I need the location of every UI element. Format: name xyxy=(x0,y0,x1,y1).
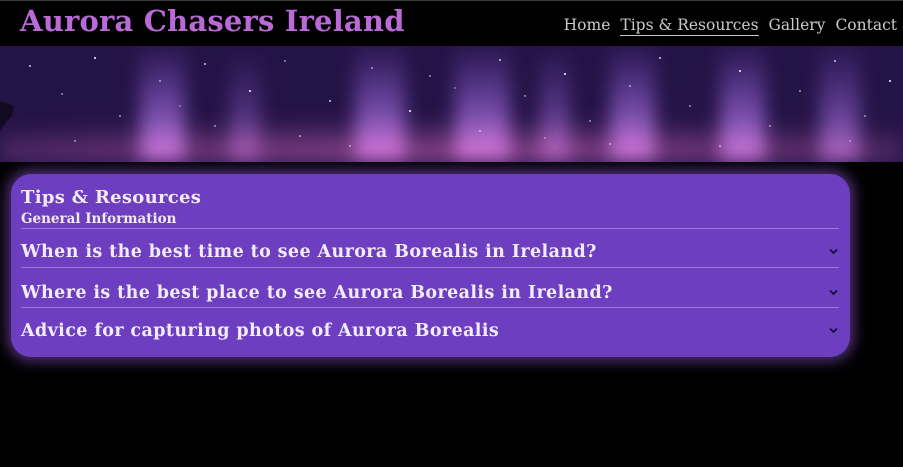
site-title[interactable]: Aurora Chasers Ireland xyxy=(20,4,405,38)
nav-link-home[interactable]: Home xyxy=(564,16,611,36)
accordion-question: When is the best time to see Aurora Bore… xyxy=(21,242,597,262)
chevron-down-icon[interactable] xyxy=(829,289,838,296)
nav-link-gallery[interactable]: Gallery xyxy=(769,16,826,36)
chevron-down-icon[interactable] xyxy=(829,327,838,334)
tips-resources-panel: Tips & Resources General Information Whe… xyxy=(11,174,850,357)
divider xyxy=(21,228,839,229)
accordion-question: Where is the best place to see Aurora Bo… xyxy=(21,283,613,303)
main-nav: Home Tips & Resources Gallery Contact xyxy=(564,16,897,36)
chevron-down-icon[interactable] xyxy=(829,248,838,255)
divider xyxy=(21,267,839,268)
site-header: Aurora Chasers Ireland Home Tips & Resou… xyxy=(0,0,903,46)
accordion-question: Advice for capturing photos of Aurora Bo… xyxy=(21,321,500,341)
nav-link-contact[interactable]: Contact xyxy=(835,16,897,36)
accordion-item-photo-advice[interactable]: Advice for capturing photos of Aurora Bo… xyxy=(11,313,850,351)
aurora-banner-graphic xyxy=(0,46,903,162)
panel-subtitle: General Information xyxy=(21,211,177,227)
panel-title: Tips & Resources xyxy=(21,187,202,208)
divider xyxy=(21,307,839,308)
nav-link-tips-resources[interactable]: Tips & Resources xyxy=(620,16,759,36)
aurora-banner-image xyxy=(0,46,903,162)
